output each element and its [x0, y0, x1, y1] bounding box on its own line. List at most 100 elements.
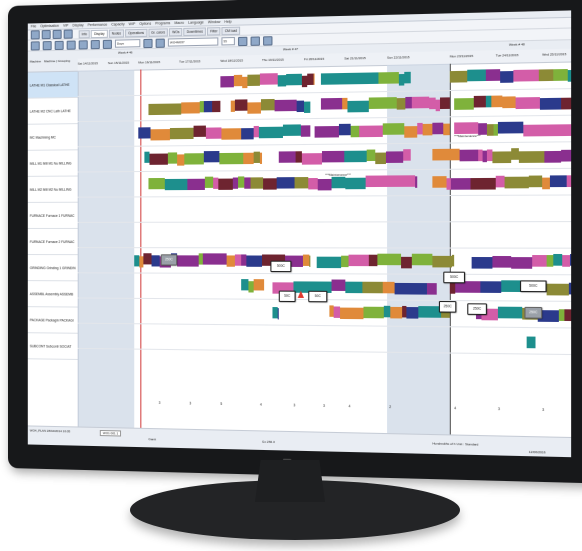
menu-window[interactable]: Window	[208, 20, 220, 24]
machine-row[interactable]: FURNACE Furnace 1 FURNAC	[27, 202, 78, 229]
batch-tag[interactable]: 500C	[270, 260, 292, 273]
operation-bar[interactable]	[345, 177, 366, 190]
operation-bar[interactable]	[382, 97, 397, 109]
zoom-fit-icon[interactable]	[102, 39, 112, 49]
operation-bar[interactable]	[385, 151, 404, 163]
operation-bar[interactable]	[459, 149, 479, 162]
operation-bar[interactable]	[359, 125, 383, 138]
operation-bar[interactable]	[368, 254, 378, 267]
operation-bar[interactable]	[426, 283, 437, 295]
order-search-input[interactable]: WO4M037	[167, 37, 219, 47]
operation-bar[interactable]	[362, 281, 383, 294]
machine-row[interactable]: LATHE M2 CNC Lath LATHE	[27, 97, 78, 125]
batch-tag[interactable]: 250C	[524, 306, 543, 319]
operation-bar[interactable]	[316, 256, 342, 269]
menu-performance[interactable]: Performance	[88, 23, 108, 28]
operation-bar[interactable]	[167, 152, 178, 164]
operation-bar[interactable]	[526, 336, 536, 349]
operation-bar[interactable]	[467, 69, 486, 82]
machine-row[interactable]: GRINDING Grinding 1 GRINDIN	[27, 255, 78, 282]
operation-bar[interactable]	[226, 255, 235, 267]
operation-bar[interactable]	[553, 253, 563, 266]
operation-bar[interactable]	[404, 126, 418, 138]
calendar-icon[interactable]	[52, 29, 62, 40]
operation-bar[interactable]	[241, 128, 254, 140]
operation-bar[interactable]	[390, 306, 403, 319]
operation-bar[interactable]	[515, 97, 540, 110]
menu-language[interactable]: Language	[188, 20, 204, 24]
operation-bar[interactable]	[450, 178, 471, 190]
batch-tag[interactable]: 500C	[520, 280, 547, 293]
sheet-tab[interactable]: WO1 001 1	[99, 429, 122, 437]
operation-bar[interactable]	[542, 177, 550, 190]
tab-display[interactable]: Display	[91, 29, 108, 38]
operation-bar[interactable]	[532, 255, 547, 267]
operation-bar[interactable]	[439, 97, 450, 110]
machine-row[interactable]: MILL M1 Mill M1 Nu MILLING	[27, 150, 78, 177]
menu-file[interactable]: File	[31, 24, 36, 28]
operation-bar[interactable]	[277, 308, 279, 320]
operation-bar[interactable]	[234, 99, 248, 111]
list-icon[interactable]	[54, 40, 64, 50]
operation-bar[interactable]	[331, 279, 346, 291]
tab-info[interactable]: Info	[78, 29, 91, 38]
save-icon[interactable]	[30, 30, 40, 40]
gantt-icon[interactable]	[42, 40, 52, 50]
table-icon[interactable]	[66, 40, 76, 50]
operation-bar[interactable]	[366, 149, 376, 162]
operation-bar[interactable]	[497, 121, 509, 134]
operation-bar[interactable]	[313, 73, 315, 85]
menu-macro[interactable]: Macro	[174, 21, 184, 25]
operation-bar[interactable]	[164, 178, 188, 191]
operation-bar[interactable]	[384, 175, 406, 187]
operation-bar[interactable]	[363, 72, 379, 85]
tab-nodes[interactable]: Nodes	[108, 28, 125, 38]
operation-bar[interactable]	[278, 151, 296, 163]
operation-bar[interactable]	[286, 73, 302, 86]
operation-bar[interactable]	[181, 102, 200, 114]
operation-bar[interactable]	[403, 149, 411, 161]
tab-wos[interactable]: WOs	[169, 27, 183, 36]
operation-bar[interactable]	[350, 125, 360, 138]
operation-bar[interactable]	[259, 152, 263, 164]
operation-bar[interactable]	[348, 254, 369, 267]
batch-tag[interactable]: 500C	[443, 271, 466, 284]
operation-bar[interactable]	[320, 97, 343, 110]
operation-bar[interactable]	[504, 176, 529, 189]
machine-row[interactable]: ASSEMBL Assembly ASSEMB	[27, 281, 78, 308]
operation-bar[interactable]	[157, 103, 182, 115]
header-machine[interactable]: Machine	[30, 59, 41, 63]
operation-bar[interactable]	[471, 256, 493, 269]
operation-bar[interactable]	[401, 256, 412, 269]
operation-bar[interactable]	[368, 97, 383, 109]
operation-bar[interactable]	[274, 99, 297, 112]
operation-bar[interactable]	[528, 175, 543, 188]
view-select[interactable]: Days	[114, 39, 141, 48]
menu-options[interactable]: Options	[139, 22, 151, 26]
operation-bar[interactable]	[546, 97, 562, 110]
menu-vip[interactable]: VIP	[63, 24, 68, 28]
operation-bar[interactable]	[566, 175, 572, 188]
operation-bar[interactable]	[218, 178, 233, 190]
operation-bar[interactable]	[177, 154, 185, 166]
machine-row[interactable]: LATHE M1 Classical LATHE	[27, 71, 78, 99]
operation-bar[interactable]	[394, 282, 416, 295]
operation-bar[interactable]	[259, 73, 278, 85]
operation-bar[interactable]	[193, 125, 206, 137]
highlight-icon[interactable]	[238, 36, 248, 46]
batch-tag[interactable]: 250C	[160, 254, 178, 266]
machine-row[interactable]: MC Machining MC	[27, 124, 78, 151]
operation-bar[interactable]	[378, 72, 399, 84]
menu-display[interactable]: Display	[72, 23, 83, 27]
operation-bar[interactable]	[415, 176, 418, 188]
operation-bar[interactable]	[553, 68, 568, 81]
machine-row[interactable]: FURNACE Furnace 2 FURNAC	[27, 228, 78, 256]
operation-bar[interactable]	[495, 175, 505, 188]
operation-bar[interactable]	[497, 306, 523, 319]
operation-bar[interactable]	[549, 175, 567, 188]
operation-bar[interactable]	[247, 74, 260, 87]
operation-bar[interactable]	[203, 100, 213, 113]
operation-bar[interactable]	[561, 97, 572, 110]
operation-bar[interactable]	[300, 125, 311, 137]
operation-bar[interactable]	[204, 176, 214, 188]
